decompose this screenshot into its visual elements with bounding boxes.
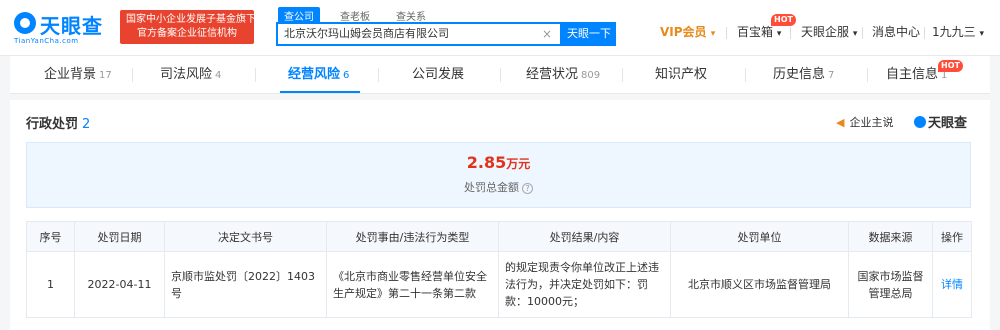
total-amount-label: 处罚总金额? [27, 179, 970, 195]
tab-judicial-risk[interactable]: 司法风险 4 [160, 56, 221, 94]
vip-label: VIP会员 [660, 25, 707, 39]
tab-count: 4 [215, 70, 222, 81]
total-amount-label-text: 处罚总金额 [464, 181, 519, 194]
column-header-source: 数据来源 [848, 221, 933, 252]
search-input[interactable]: 北京沃尔玛山姆会员商店有限公司 [276, 22, 562, 46]
megaphone-icon: ◀ [836, 116, 845, 129]
tab-divider [622, 68, 623, 82]
message-center-link[interactable]: 消息中心 [872, 22, 920, 42]
tab-operating-status[interactable]: 经营状况 809 [526, 56, 600, 94]
tab-count: 17 [99, 70, 112, 81]
chevron-down-icon: ▾ [710, 29, 716, 39]
administrative-penalty-card: 行政处罚 2 ◀ 企业主说 天眼查 2.85万元 处罚总金额? 序号 处罚日期 决定… [10, 100, 990, 330]
tab-label: 企业背景 [44, 67, 97, 82]
cell-source: 国家市场监督管理总局 [848, 251, 933, 318]
tab-count: 7 [828, 70, 835, 81]
hot-badge: HOT [771, 14, 796, 26]
clear-icon[interactable]: × [542, 26, 552, 42]
top-header: 天眼查 TianYanCha.com 国家中小企业发展子基金旗下 官方备案企业征… [0, 0, 1000, 56]
tab-count: 6 [343, 70, 350, 81]
table-header-row: 序号 处罚日期 决定文书号 处罚事由/违法行为类型 处罚结果/内容 处罚单位 数… [26, 221, 972, 252]
enterprise-service-label: 天眼企服 [801, 25, 850, 39]
cell-reason: 《北京市商业零售经营单位安全生产规定》第二十一条第二款 [326, 251, 499, 318]
cell-index: 1 [26, 251, 75, 318]
self-report-label: 企业主说 [849, 116, 894, 129]
tab-divider [132, 68, 133, 82]
tab-divider [500, 68, 501, 82]
username: 1九九三 [932, 25, 976, 39]
tab-divider [745, 68, 746, 82]
column-header-reason: 处罚事由/违法行为类型 [326, 221, 499, 252]
tab-label: 自主信息 [886, 67, 939, 82]
tab-business-risk[interactable]: 经营风险 6 [288, 56, 349, 94]
logo-text: 天眼查 [40, 14, 103, 38]
tab-label: 知识产权 [655, 67, 708, 82]
chevron-down-icon: ▾ [852, 29, 858, 39]
tianyancha-logo[interactable]: 天眼查 TianYanCha.com [14, 10, 114, 46]
gov-badge-line-1: 国家中小企业发展子基金旗下 [126, 14, 256, 25]
tab-company-background[interactable]: 企业背景 17 [44, 56, 112, 94]
nav-divider [790, 27, 791, 39]
tab-label: 经营风险 [288, 67, 341, 82]
column-header-result: 处罚结果/内容 [498, 221, 671, 252]
cell-date: 2022-04-11 [74, 251, 165, 318]
tab-divider [378, 68, 379, 82]
nav-divider [862, 27, 863, 39]
tab-count: 809 [581, 70, 601, 81]
gov-badge[interactable]: 国家中小企业发展子基金旗下 官方备案企业征信机构 [120, 10, 256, 44]
active-tab-indicator [280, 91, 360, 93]
hot-badge: HOT [938, 60, 963, 72]
tab-divider [255, 68, 256, 82]
penalty-table: 序号 处罚日期 决定文书号 处罚事由/违法行为类型 处罚结果/内容 处罚单位 数… [26, 221, 972, 318]
logo-eye-icon [14, 12, 36, 34]
chevron-down-icon: ▾ [776, 29, 782, 39]
column-header-unit: 处罚单位 [670, 221, 849, 252]
cell-action: 详情 [932, 251, 972, 318]
detail-link[interactable]: 详情 [941, 278, 963, 291]
watermark-text: 天眼查 [928, 116, 968, 131]
chevron-down-icon: ▾ [979, 29, 984, 39]
dimension-tabs: 企业背景 17 司法风险 4 经营风险 6 公司发展 经营状况 809 知识产权 历史信… [10, 56, 990, 94]
section-count: 2 [82, 117, 91, 132]
column-header-date: 处罚日期 [74, 221, 165, 252]
tab-label: 历史信息 [773, 67, 826, 82]
logo-eye-icon [914, 116, 926, 128]
enterprise-service-menu[interactable]: 天眼企服 ▾ [801, 22, 857, 42]
tab-company-development[interactable]: 公司发展 [412, 56, 464, 94]
cell-result: 的规定现责令你单位改正上述违法行为，并决定处罚如下：罚款：10000元； [498, 251, 671, 318]
cell-doc-no: 京顺市监处罚〔2022〕1403号 [164, 251, 327, 318]
tab-history-info[interactable]: 历史信息 7 [773, 56, 834, 94]
tab-divider [867, 68, 868, 82]
tab-label: 公司发展 [412, 67, 465, 82]
column-header-doc-no: 决定文书号 [164, 221, 327, 252]
total-amount-unit: 万元 [506, 157, 531, 171]
section-title: 行政处罚 2 [26, 113, 90, 132]
treasure-box-label: 百宝箱 [737, 25, 774, 39]
total-amount-value: 2.85 [466, 153, 507, 172]
tab-label: 司法风险 [160, 67, 213, 82]
self-report-link[interactable]: ◀ 企业主说 [836, 114, 893, 130]
section-title-text: 行政处罚 [26, 117, 79, 132]
cell-unit: 北京市顺义区市场监督管理局 [670, 251, 849, 318]
tianyancha-watermark: 天眼查 [914, 112, 967, 131]
nav-divider [924, 27, 925, 39]
search-button[interactable]: 天眼一下 [562, 22, 616, 46]
total-amount: 2.85万元 [27, 153, 970, 172]
column-header-index: 序号 [26, 221, 75, 252]
logo-subtext: TianYanCha.com [14, 37, 79, 45]
tab-intellectual-property[interactable]: 知识产权 [655, 56, 707, 94]
vip-menu[interactable]: VIP会员 ▾ [660, 22, 715, 42]
user-menu[interactable]: 1九九三 ▾ [932, 22, 984, 42]
penalty-summary: 2.85万元 处罚总金额? [26, 142, 971, 208]
table-row: 1 2022-04-11 京顺市监处罚〔2022〕1403号 《北京市商业零售经… [26, 251, 972, 318]
tab-label: 经营状况 [526, 67, 579, 82]
help-icon[interactable]: ? [522, 183, 533, 194]
gov-badge-line-2: 官方备案企业征信机构 [137, 28, 237, 39]
nav-divider [726, 27, 727, 39]
column-header-action: 操作 [932, 221, 972, 252]
